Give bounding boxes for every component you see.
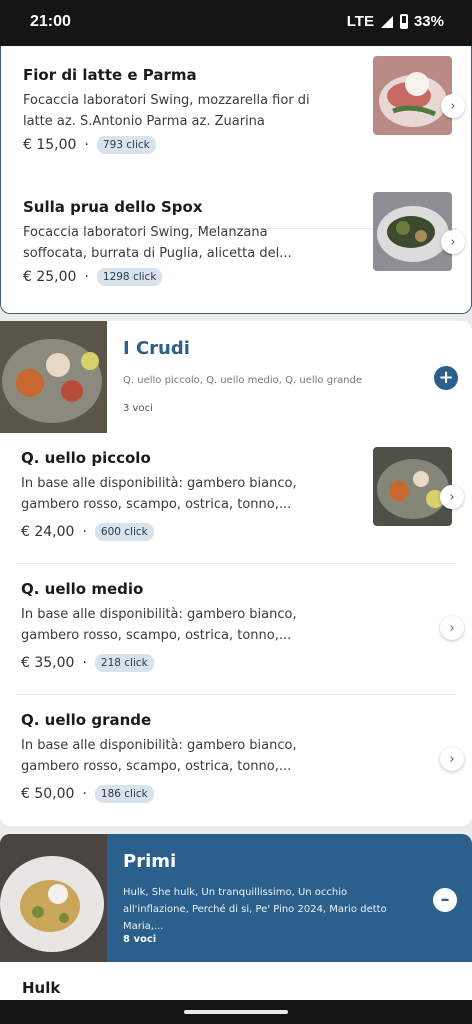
separator: · [82, 655, 87, 671]
category-card: Fior di latte e Parma Focaccia laborator… [0, 46, 472, 314]
item-price: € 25,00 [23, 269, 77, 285]
chevron-right-icon[interactable]: › [440, 747, 464, 771]
navigation-bar [0, 1000, 472, 1024]
food-photo[interactable] [373, 192, 452, 271]
item-description: In base alle disponibilità: gambero bian… [21, 476, 297, 512]
category-section: I Crudi Q. uello piccolo, Q. uello medio… [0, 321, 472, 826]
category-subtitle: Q. uello piccolo, Q. uello medio, Q. uel… [123, 375, 363, 386]
category-count: 8 voci [123, 934, 157, 945]
menu-scroll-area[interactable]: Fior di latte e Parma Focaccia laborator… [0, 46, 472, 1000]
item-description: Focaccia laboratori Swing, Melanzana sof… [23, 225, 292, 261]
item-price: € 15,00 [23, 137, 77, 153]
separator: · [84, 137, 89, 153]
click-count-badge: 218 click [94, 654, 154, 672]
menu-item[interactable]: Q. uello medio In base alle disponibilit… [0, 564, 472, 694]
click-count-badge: 1298 click [96, 268, 163, 286]
item-description: Focaccia laboratori Swing, mozzarella fi… [23, 93, 310, 129]
separator: · [84, 269, 89, 285]
item-price-row: € 35,00 · 218 click [21, 654, 154, 672]
battery-icon [399, 14, 408, 29]
menu-item[interactable]: Fior di latte e Parma Focaccia laborator… [1, 46, 472, 182]
category-subtitle: Hulk, She hulk, Un tranquillissimo, Un o… [123, 887, 387, 932]
separator: · [82, 524, 87, 540]
home-gesture-handle[interactable] [184, 1010, 288, 1014]
menu-item[interactable]: Sulla prua dello Spox Focaccia laborator… [1, 178, 472, 314]
item-price: € 24,00 [21, 524, 75, 540]
menu-item[interactable]: Hulk [0, 962, 472, 1000]
category-photo[interactable] [0, 834, 107, 962]
item-title: Sulla prua dello Spox [23, 198, 203, 216]
status-time: 21:00 [30, 13, 71, 30]
item-description: In base alle disponibilità: gambero bian… [21, 607, 297, 643]
click-count-badge: 600 click [94, 523, 154, 541]
separator: · [82, 786, 87, 802]
menu-item[interactable]: Q. uello grande In base alle disponibili… [0, 695, 472, 825]
category-count: 3 voci [123, 403, 153, 414]
item-price: € 35,00 [21, 655, 75, 671]
item-price-row: € 15,00 · 793 click [23, 136, 156, 154]
status-bar: 21:00 LTE 33% [0, 0, 472, 46]
item-title: Hulk [22, 979, 61, 997]
item-price-row: € 50,00 · 186 click [21, 785, 154, 803]
item-title: Q. uello grande [21, 711, 152, 729]
minus-icon[interactable]: – [433, 888, 457, 912]
menu-item[interactable]: Q. uello piccolo In base alle disponibil… [0, 433, 472, 563]
network-label: LTE [346, 13, 374, 30]
signal-icon [380, 15, 393, 28]
click-count-badge: 793 click [96, 136, 156, 154]
item-description: In base alle disponibilità: gambero bian… [21, 738, 297, 774]
category-title: Primi [123, 851, 177, 872]
item-title: Fior di latte e Parma [23, 66, 197, 84]
category-section-expanded[interactable]: Primi Hulk, She hulk, Un tranquillissimo… [0, 834, 472, 962]
item-title: Q. uello piccolo [21, 449, 151, 467]
plus-icon[interactable]: + [434, 366, 458, 390]
status-indicators: LTE 33% [347, 13, 444, 30]
category-photo[interactable] [0, 321, 107, 433]
food-photo[interactable] [373, 447, 452, 526]
item-title: Q. uello medio [21, 580, 144, 598]
battery-percent: 33% [413, 13, 444, 30]
item-price: € 50,00 [21, 786, 75, 802]
chevron-right-icon[interactable]: › [440, 616, 464, 640]
item-price-row: € 24,00 · 600 click [21, 523, 154, 541]
chevron-right-icon[interactable]: › [441, 94, 465, 118]
click-count-badge: 186 click [94, 785, 154, 803]
chevron-right-icon[interactable]: › [440, 485, 464, 509]
food-photo[interactable] [373, 56, 452, 135]
category-title: I Crudi [123, 338, 190, 359]
item-price-row: € 25,00 · 1298 click [23, 268, 163, 286]
chevron-right-icon[interactable]: › [441, 230, 465, 254]
